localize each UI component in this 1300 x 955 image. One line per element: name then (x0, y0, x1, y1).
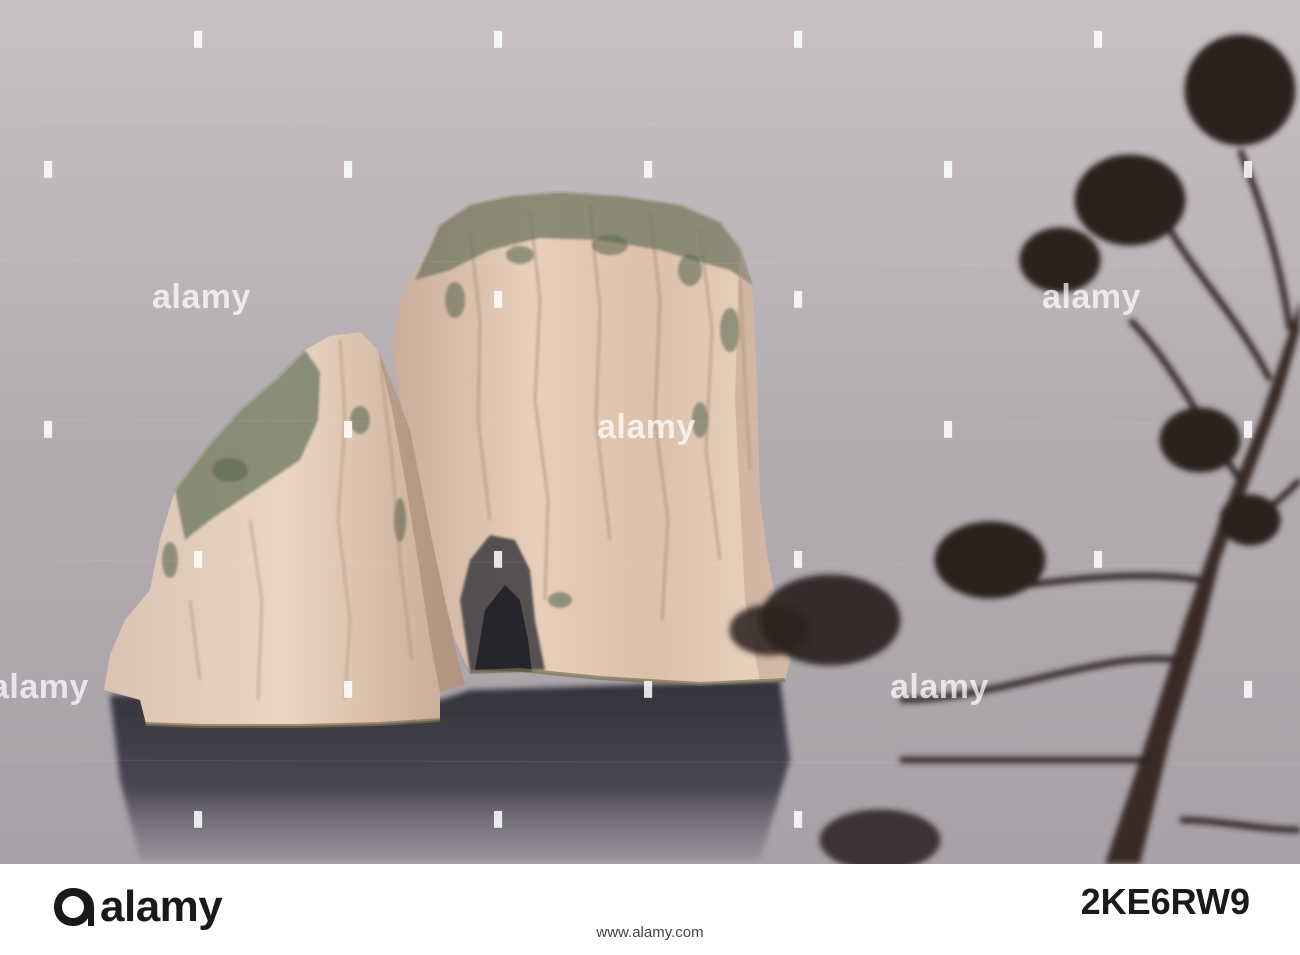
watermark-dot: ▮ (1242, 676, 1255, 701)
watermark-dot: ▮ (342, 156, 355, 181)
watermark-dot: ▮ (1092, 26, 1105, 51)
large-sea-stack (392, 192, 790, 687)
brand-logo[interactable]: alamy (50, 882, 223, 931)
watermark-dot: ▮ (42, 416, 55, 441)
watermark-dot: ▮ (1092, 546, 1105, 571)
watermark-dot: ▮ (1242, 416, 1255, 441)
watermark-dot: ▮ (192, 546, 205, 571)
watermark: alamy (1042, 278, 1141, 316)
brand-name: alamy (100, 882, 223, 931)
watermark-dot: ▮ (792, 286, 805, 311)
watermark-dot: ▮ (192, 26, 205, 51)
watermark-dot: ▮ (42, 156, 55, 181)
watermark-dot: ▮ (492, 26, 505, 51)
watermark: alamy (152, 278, 251, 316)
watermark-dot: ▮ (942, 156, 955, 181)
watermark-dot: ▮ (942, 416, 955, 441)
watermark-dot: ▮ (342, 416, 355, 441)
watermark: alamy (597, 408, 696, 446)
footer-url[interactable]: www.alamy.com (596, 924, 703, 941)
photo: alamy alamy alamy alamy alamy ▮ ▮ ▮ ▮ ▮ … (0, 0, 1300, 864)
watermark-dot: ▮ (342, 676, 355, 701)
watermark-dot: ▮ (792, 26, 805, 51)
footer-bar: alamy www.alamy.com 2KE6RW9 (0, 864, 1300, 955)
image-id: 2KE6RW9 (1080, 881, 1250, 922)
watermark: alamy (0, 668, 89, 706)
watermark-dot: ▮ (642, 156, 655, 181)
watermark-dot: ▮ (642, 676, 655, 701)
watermark-dot: ▮ (792, 546, 805, 571)
image-reference: 2KE6RW9 (1081, 882, 1250, 922)
watermark-dot: ▮ (192, 806, 205, 831)
alamy-logo-icon (54, 888, 94, 926)
watermark-dot: ▮ (792, 806, 805, 831)
watermark-dot: ▮ (492, 286, 505, 311)
watermark-dot: ▮ (492, 546, 505, 571)
watermark-dot: ▮ (492, 806, 505, 831)
watermark: alamy (890, 668, 989, 706)
watermark-dot: ▮ (1242, 156, 1255, 181)
